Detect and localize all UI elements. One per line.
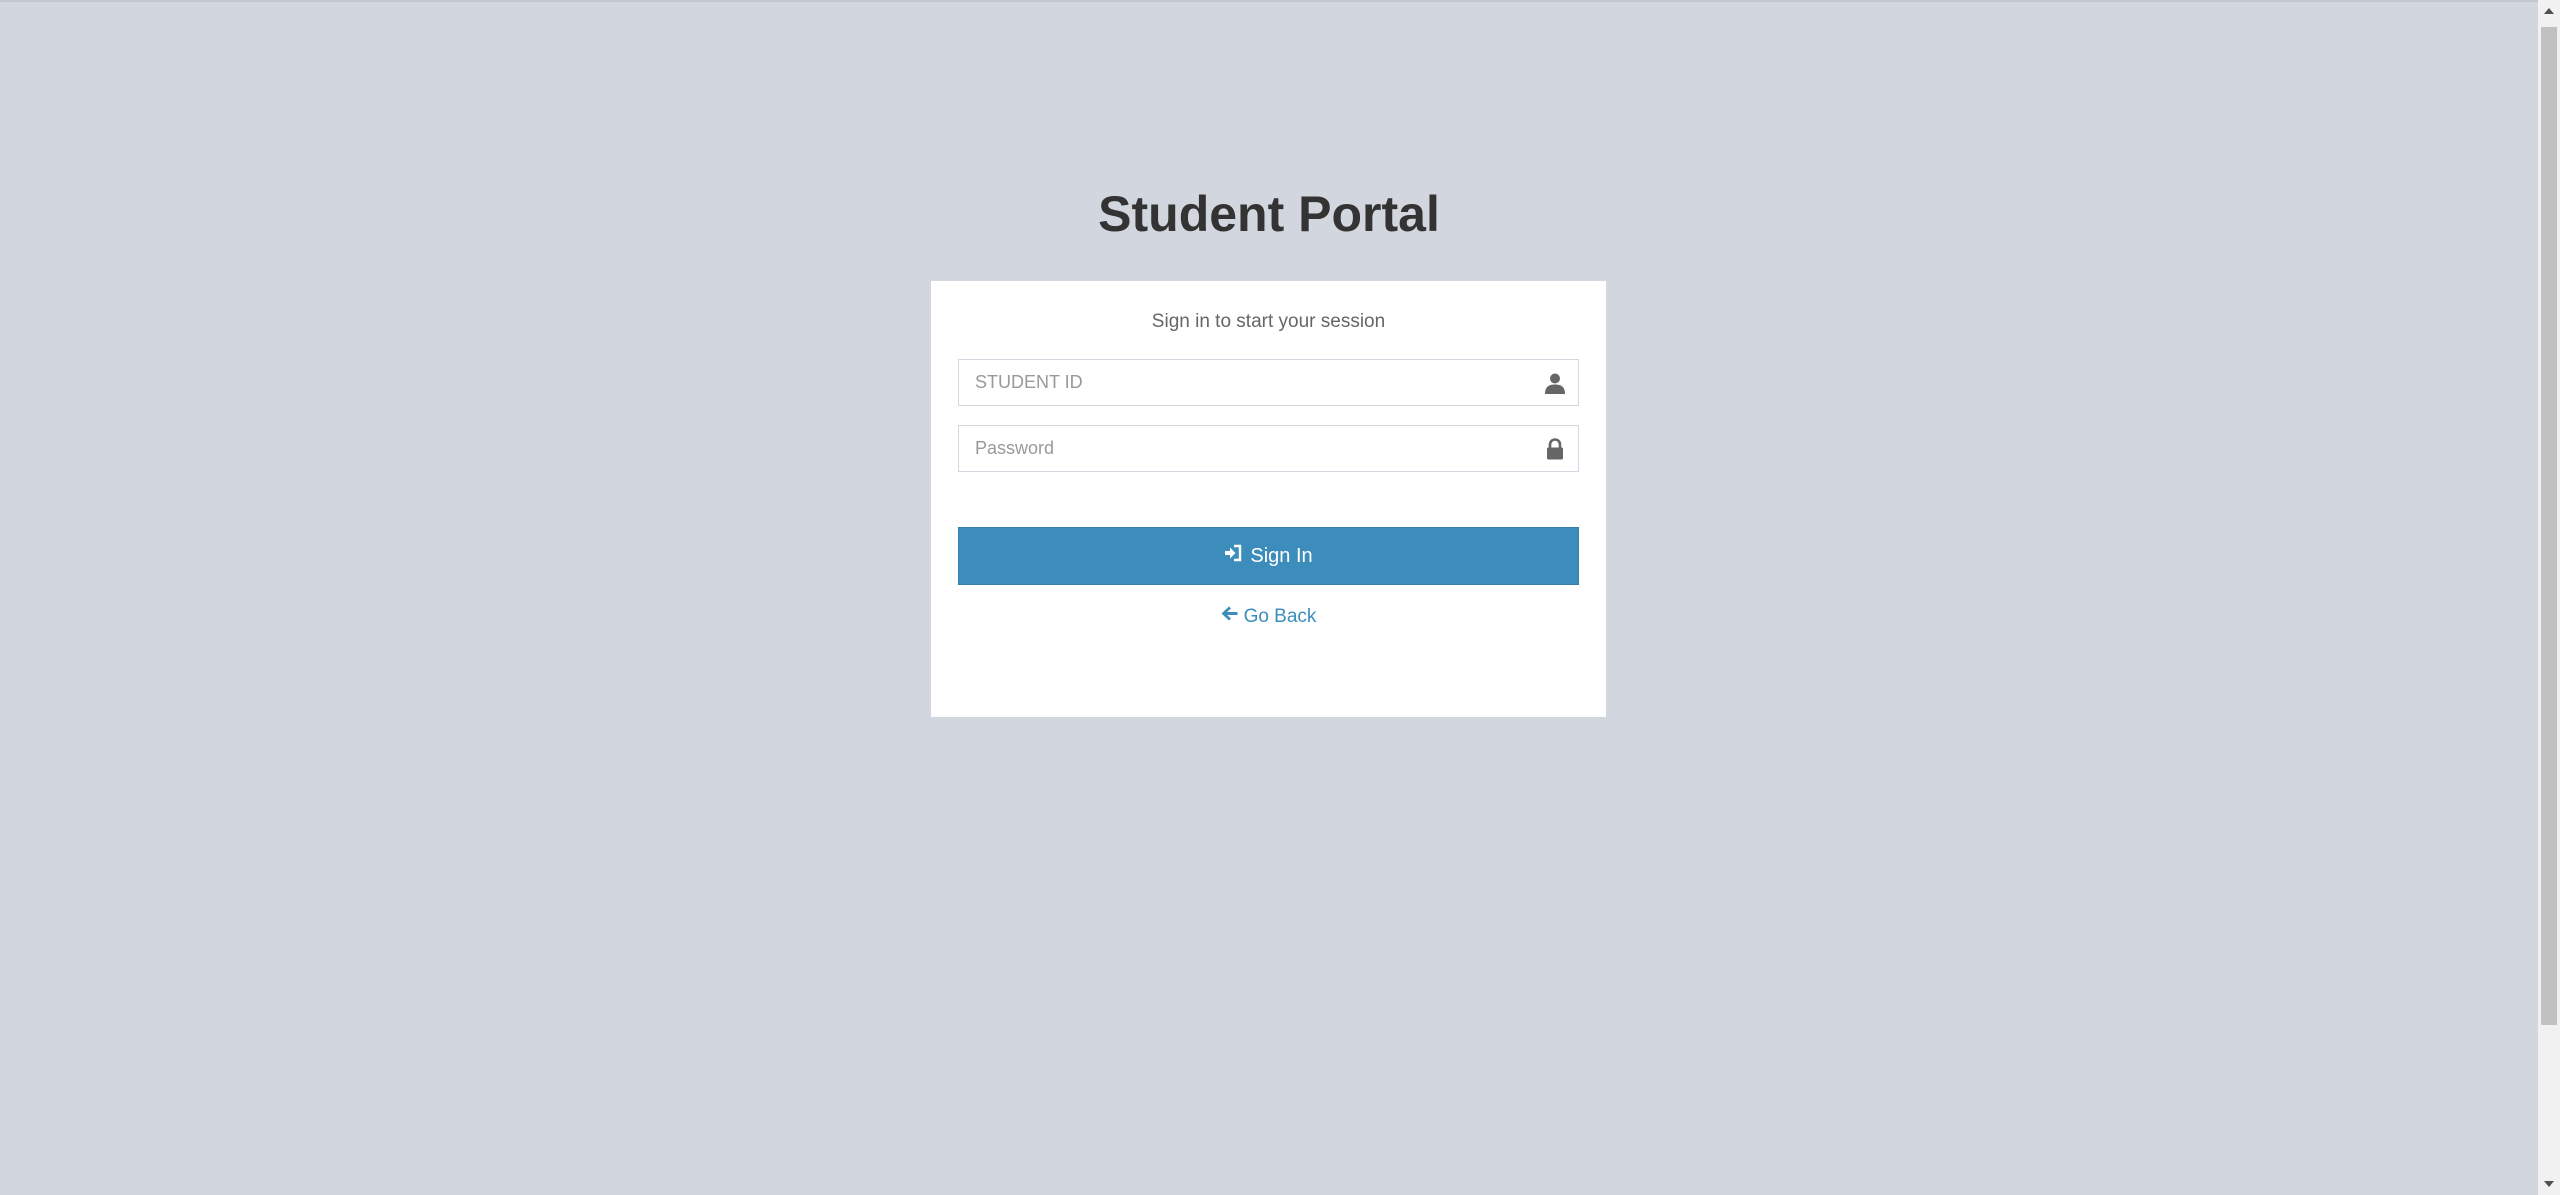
sign-in-icon (1224, 544, 1242, 568)
login-message: Sign in to start your session (1151, 311, 1386, 332)
user-icon (1543, 371, 1567, 395)
student-id-field-group (958, 359, 1579, 406)
go-back-link[interactable]: Go Back (958, 605, 1579, 628)
login-page: Student Portal Sign in to start your ses… (0, 0, 2560, 1195)
password-field-group (958, 425, 1579, 472)
login-box: Sign in to start your session STUDENT ID… (931, 281, 1606, 717)
scrollbar-thumb[interactable] (2541, 27, 2557, 1025)
sign-in-label: Sign In (1250, 544, 1313, 567)
scroll-up-arrow-icon[interactable] (2538, 0, 2560, 22)
top-divider (0, 0, 2538, 2)
password-input[interactable] (958, 425, 1579, 472)
go-back-label: Go Back (1243, 605, 1317, 627)
page-title: Student Portal (1098, 186, 1440, 242)
vertical-scrollbar[interactable] (2538, 0, 2560, 1195)
arrow-left-icon (1221, 605, 1238, 628)
sign-in-button[interactable]: Sign In (958, 527, 1579, 585)
scroll-down-arrow-icon[interactable] (2538, 1173, 2560, 1195)
student-id-input[interactable] (958, 359, 1579, 406)
lock-icon (1543, 437, 1567, 461)
